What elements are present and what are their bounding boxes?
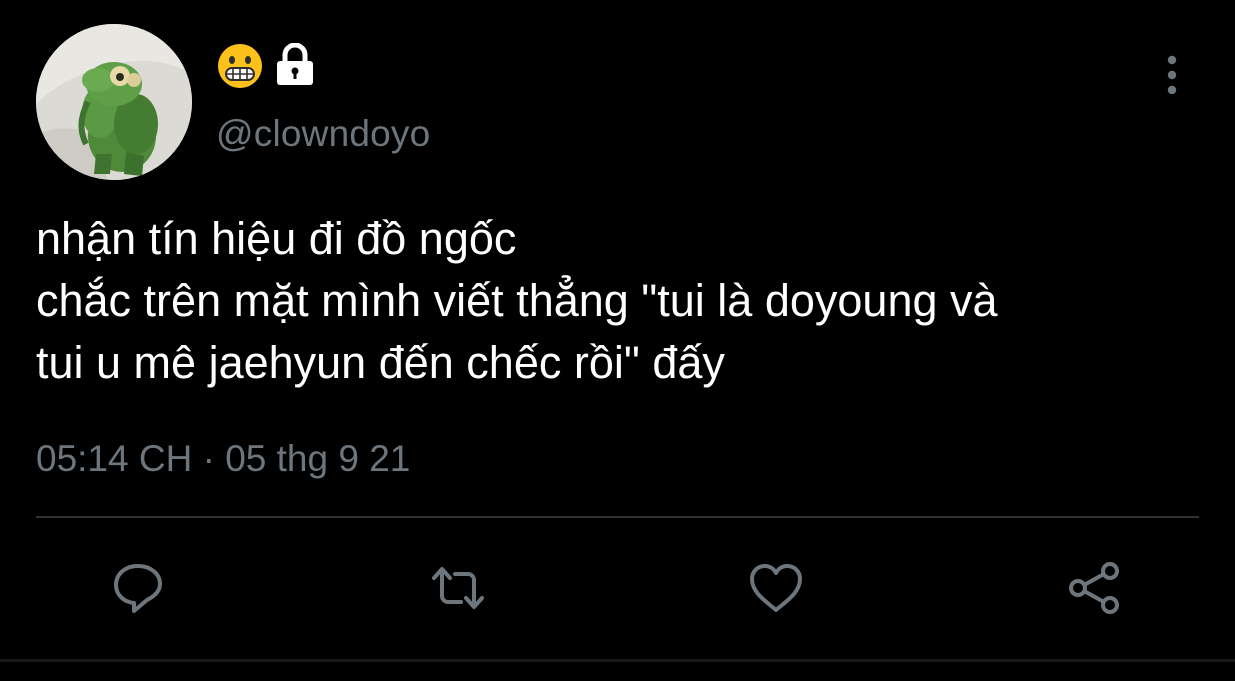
retweet-button[interactable] xyxy=(426,556,490,620)
lock-icon xyxy=(277,43,313,85)
bottom-divider xyxy=(0,659,1235,662)
grimacing-face-emoji-icon xyxy=(218,44,262,88)
divider xyxy=(36,516,1199,518)
retweet-icon xyxy=(432,567,484,609)
like-button[interactable] xyxy=(744,556,808,620)
more-options-button[interactable] xyxy=(1150,52,1194,98)
reply-icon xyxy=(114,564,162,613)
tweet-text-line: chắc trên mặt mình viết thẳng "tui là do… xyxy=(36,275,998,326)
tweet-text-line: nhận tín hiệu đi đồ ngốc xyxy=(36,213,517,264)
more-vertical-icon xyxy=(1167,55,1177,95)
reply-button[interactable] xyxy=(106,556,170,620)
avatar-image xyxy=(36,24,192,180)
tweet-text-line: tui u mê jaehyun đến chếc rồi" đấy xyxy=(36,337,725,388)
user-handle[interactable]: @clowndoyo xyxy=(216,110,430,158)
tweet-timestamp[interactable]: 05:14 CH · 05 thg 9 21 xyxy=(36,434,410,484)
display-name[interactable] xyxy=(216,42,318,90)
avatar[interactable] xyxy=(36,24,192,180)
tweet-text: nhận tín hiệu đi đồ ngốc chắc trên mặt m… xyxy=(36,208,1211,394)
share-button[interactable] xyxy=(1062,556,1126,620)
like-icon xyxy=(750,564,802,612)
share-icon xyxy=(1069,562,1119,614)
